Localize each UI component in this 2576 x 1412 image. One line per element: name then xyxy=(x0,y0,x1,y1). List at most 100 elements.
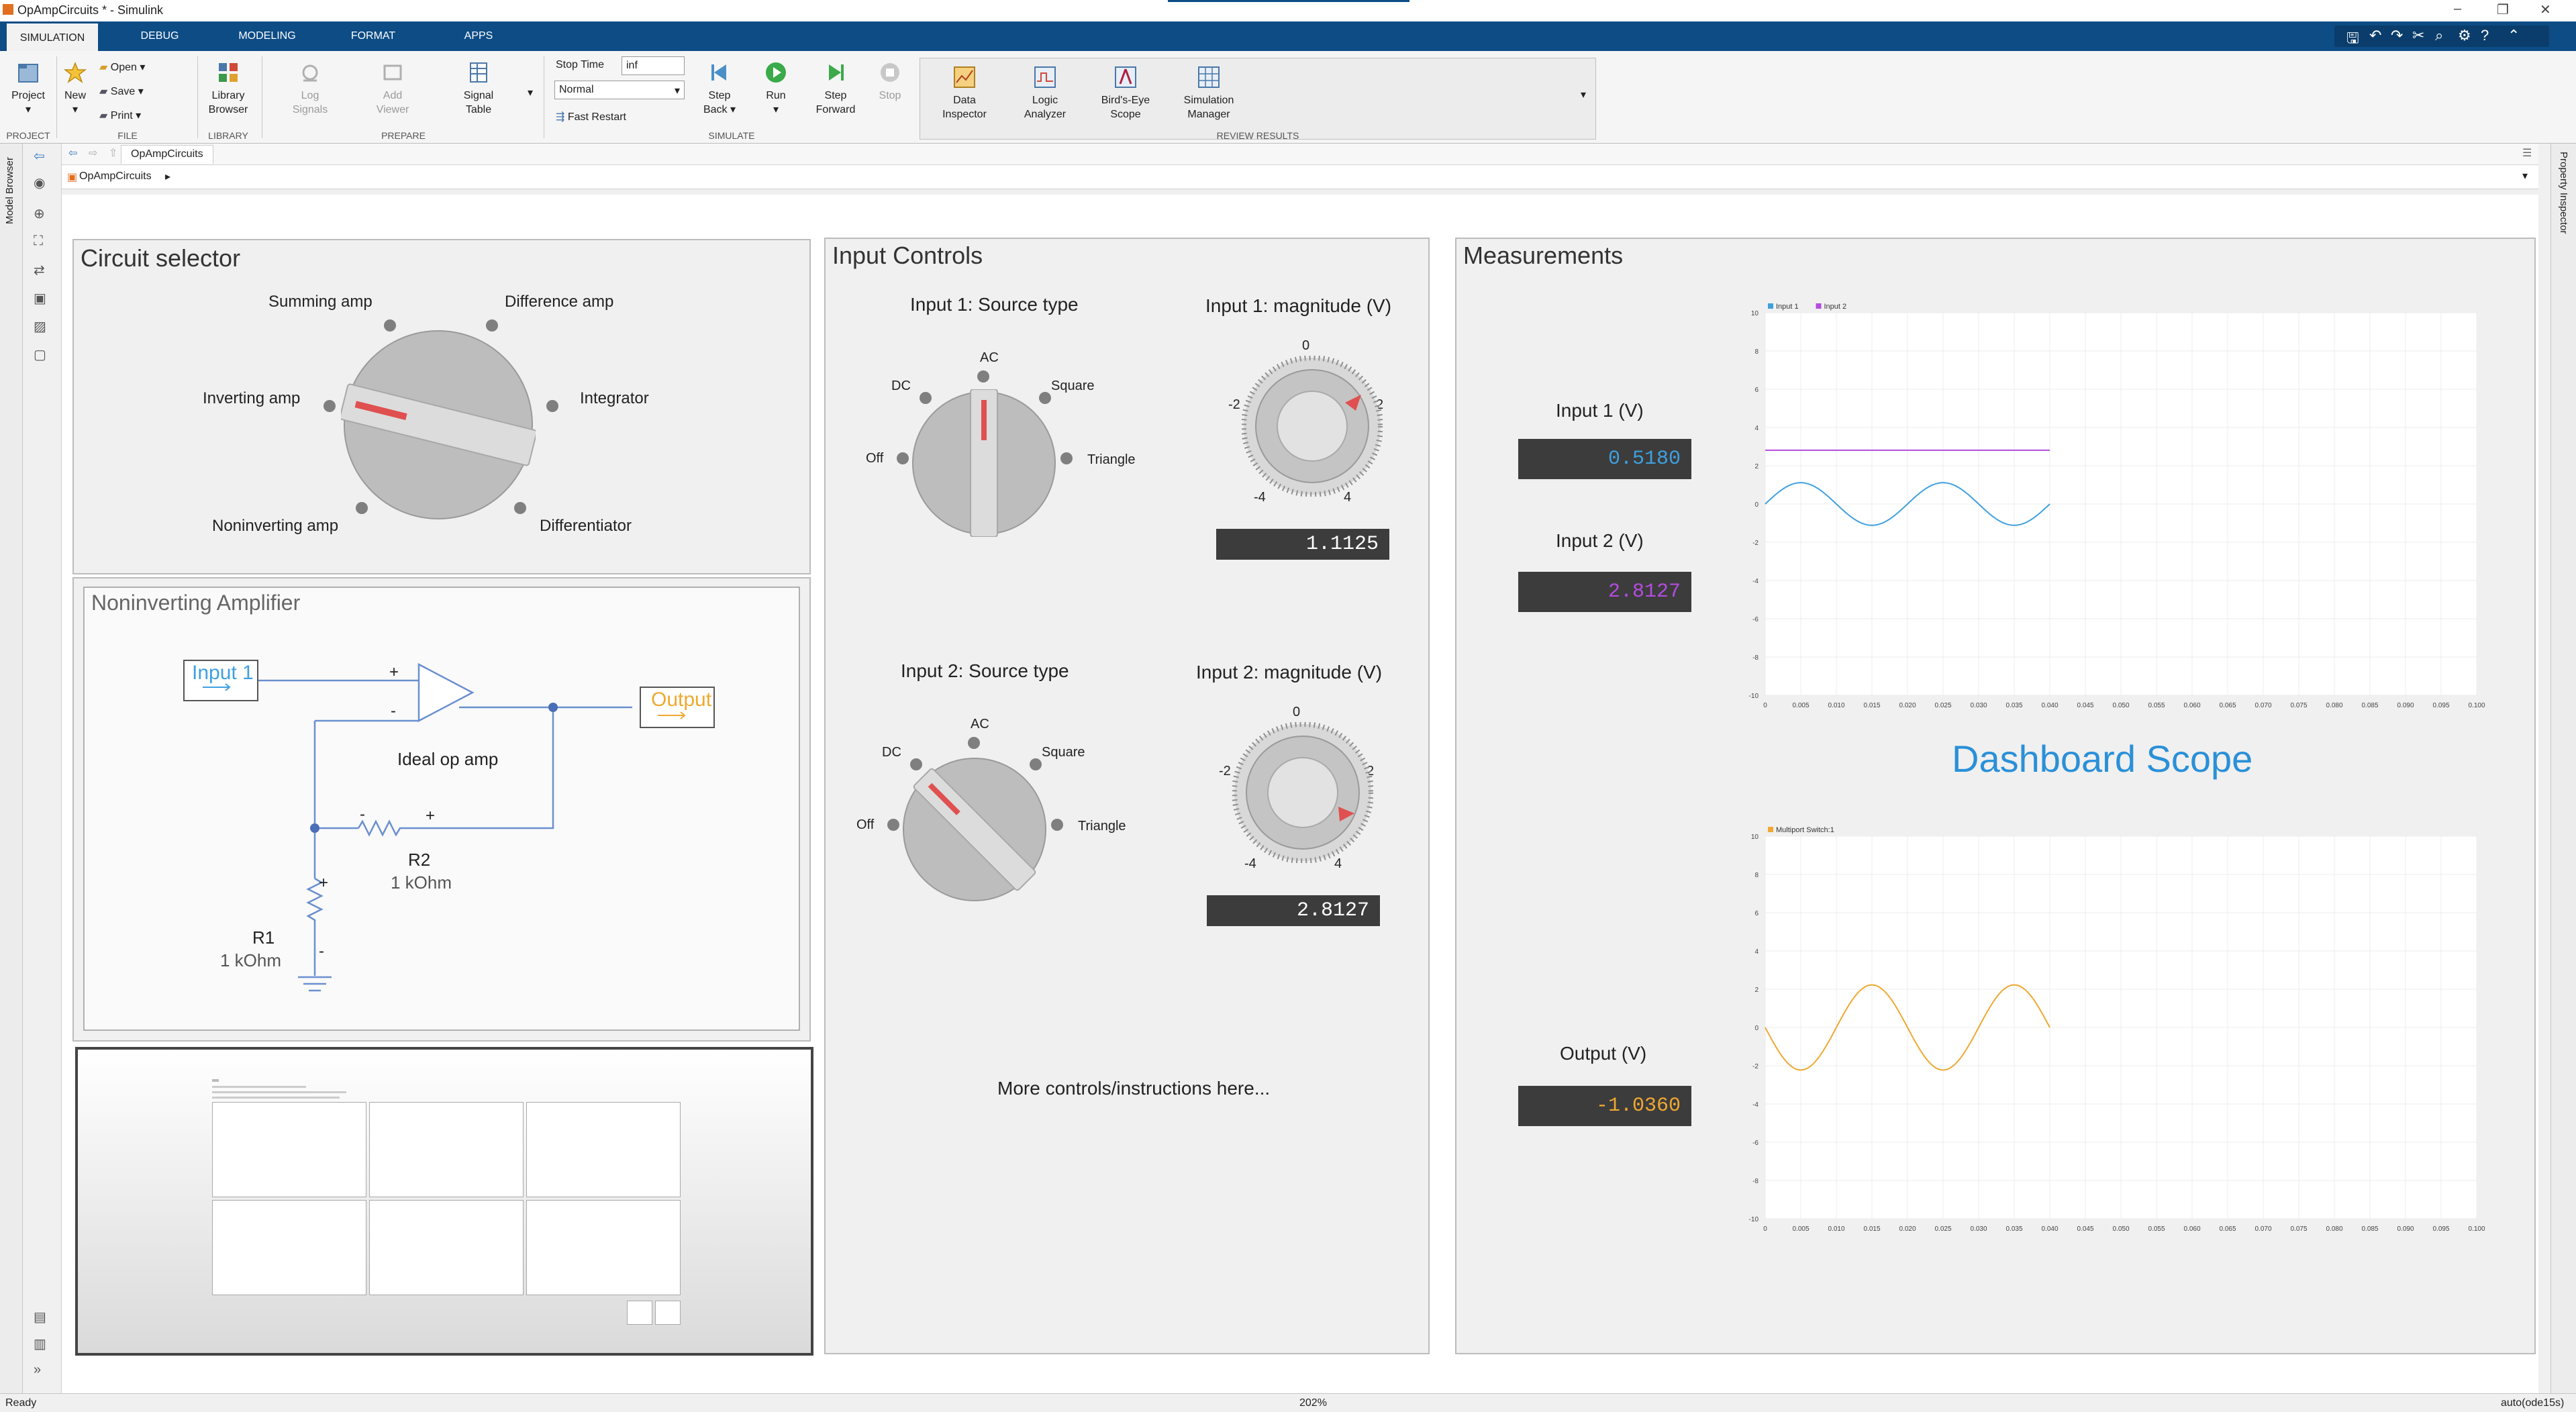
simulation-mode-select[interactable]: Normal ▾ xyxy=(554,81,685,99)
input2-label: Input 2 (V) xyxy=(1556,530,1644,551)
magnitude2-knob[interactable] xyxy=(1232,722,1373,863)
settings-icon[interactable]: ⚙ xyxy=(2458,27,2471,44)
y-tick-label: 8 xyxy=(1754,348,1758,356)
src1-dot[interactable] xyxy=(1060,452,1073,464)
nav-up-icon[interactable]: ⇧ xyxy=(109,146,117,160)
save-icon: ▰ xyxy=(99,86,108,97)
solver-link[interactable]: auto(ode15s) xyxy=(2501,1397,2564,1409)
tab-apps[interactable]: APPS xyxy=(435,21,522,51)
tab-modeling[interactable]: MODELING xyxy=(221,21,313,51)
data-inspector-button[interactable]: Data Inspector xyxy=(928,65,1001,121)
property-inspector-tab[interactable]: Property Inspector xyxy=(2558,152,2569,234)
thumbnail-subsystem xyxy=(212,1200,366,1295)
prepare-gallery-dropdown-icon[interactable]: ▾ xyxy=(528,86,533,99)
measurements-title: Measurements xyxy=(1463,242,1624,269)
model-browser-tab[interactable]: Model Browser xyxy=(4,157,15,224)
birds-eye-scope-button[interactable]: Bird's-Eye Scope xyxy=(1089,65,1162,121)
src1-dot[interactable] xyxy=(977,370,989,383)
hide-browser-icon[interactable]: ◉ xyxy=(34,174,50,191)
minimize-toolstrip-icon[interactable]: ⌃ xyxy=(2508,27,2520,44)
source2-knob[interactable] xyxy=(901,756,1048,903)
search-icon[interactable]: ⌕ xyxy=(2435,27,2443,44)
close-icon[interactable]: ✕ xyxy=(2540,1,2551,18)
breadcrumb-arrow-icon[interactable]: ▸ xyxy=(165,170,170,183)
subsystem-thumbnail-panel[interactable] xyxy=(75,1047,813,1356)
fast-restart-toggle[interactable]: ⇶ Fast Restart xyxy=(556,110,626,123)
arrows-icon[interactable]: ⇄ xyxy=(34,262,50,278)
signal-table-button[interactable]: Signal Table xyxy=(448,60,509,117)
y-tick-label: 6 xyxy=(1754,910,1758,917)
image-icon[interactable]: ▨ xyxy=(34,318,50,334)
x-tick-label: 0.025 xyxy=(1934,1225,1951,1233)
project-button[interactable]: Project ▾ xyxy=(7,60,50,117)
nav-forward-icon[interactable]: ⇨ xyxy=(89,146,97,160)
src2-dot[interactable] xyxy=(968,737,980,749)
cut-icon[interactable]: ✂ xyxy=(2412,27,2424,44)
save-button[interactable]: ▰ Save ▾ xyxy=(99,85,144,98)
source1-knob[interactable] xyxy=(910,389,1058,537)
explorer-bar-icon[interactable]: ▤ xyxy=(34,1309,50,1325)
stop-button[interactable]: Stop xyxy=(870,60,910,103)
x-tick-label: 0.015 xyxy=(1863,702,1880,709)
restore-icon[interactable]: ❐ xyxy=(2497,1,2509,18)
src2-dot[interactable] xyxy=(1051,819,1063,831)
ribbon-tab-bar: SIMULATION DEBUG MODELING FORMAT APPS 🖫 … xyxy=(0,21,2576,51)
model-tab[interactable]: OpAmpCircuits xyxy=(121,145,213,164)
step-forward-button[interactable]: Step Forward xyxy=(809,60,862,117)
open-button[interactable]: ▰ Open ▾ xyxy=(99,60,145,74)
src1-dot[interactable] xyxy=(897,452,909,464)
library-browser-button[interactable]: Library Browser xyxy=(201,60,255,117)
area-icon[interactable]: ▢ xyxy=(34,346,50,362)
src2-dot[interactable] xyxy=(887,819,899,831)
model-data-icon[interactable]: ▥ xyxy=(34,1335,50,1352)
expand-palette-icon[interactable]: » xyxy=(34,1362,50,1377)
address-dropdown-icon[interactable]: ▾ xyxy=(2522,169,2528,183)
separator xyxy=(56,56,57,138)
x-tick-label: 0.010 xyxy=(1828,702,1844,709)
minimize-icon[interactable]: – xyxy=(2454,1,2461,17)
toolstrip: Project ▾ PROJECT New ▾ ▰ Open ▾ ▰ Save ▾ … xyxy=(0,51,2576,144)
zoom-icon[interactable]: ⊕ xyxy=(34,205,50,221)
dashboard-scope-output[interactable]: 0 0.005 0.010 0.015 0.020 0.025 0.030 0.035 0.04… xyxy=(1738,816,2490,1239)
save-quick-icon[interactable]: 🖫 xyxy=(2346,27,2359,52)
nav-back-icon[interactable]: ⇦ xyxy=(68,146,77,160)
input-port-block[interactable]: Input 1 xyxy=(192,662,254,685)
logic-analyzer-button[interactable]: Logic Analyzer xyxy=(1009,65,1081,121)
dashboard-scope-inputs[interactable]: 0 0.005 0.010 0.015 0.020 0.025 0.030 0.035 0.04… xyxy=(1738,293,2490,715)
fit-view-icon[interactable]: ⛶ xyxy=(34,234,50,248)
selector-dot[interactable] xyxy=(546,400,558,412)
tab-debug[interactable]: DEBUG xyxy=(119,21,200,51)
step-back-button[interactable]: Step Back ▾ xyxy=(695,60,744,117)
x-tick-label: 0.100 xyxy=(2468,1225,2485,1233)
run-button[interactable]: Run ▾ xyxy=(752,60,800,117)
simulation-manager-button[interactable]: Simulation Manager xyxy=(1170,65,1248,121)
gallery-expand-icon[interactable]: ▾ xyxy=(1581,88,1586,101)
source1-title: Input 1: Source type xyxy=(910,294,1079,315)
measurements-panel: Measurements Input 1 (V) 0.5180 Input 2 … xyxy=(1455,238,2536,1354)
output-label: Output (V) xyxy=(1560,1043,1647,1064)
option-summing-amp: Summing amp xyxy=(268,293,373,311)
annotation-icon[interactable]: ▣ xyxy=(34,290,50,306)
undo-icon[interactable]: ↶ xyxy=(2369,27,2381,44)
add-viewer-button[interactable]: Add Viewer xyxy=(362,60,423,117)
status-bar: Ready 202% auto(ode15s) xyxy=(0,1393,2576,1412)
tab-format[interactable]: FORMAT xyxy=(333,21,413,51)
output-port-block[interactable]: Output xyxy=(651,689,711,711)
breadcrumb[interactable]: OpAmpCircuits xyxy=(79,170,152,183)
stop-time-input[interactable]: inf xyxy=(622,56,685,75)
log-signals-button[interactable]: Log Signals xyxy=(282,60,338,117)
hamburger-icon[interactable]: ☰ xyxy=(2522,146,2532,160)
help-icon[interactable]: ? xyxy=(2481,27,2489,44)
print-button[interactable]: ▰ Print ▾ xyxy=(99,109,141,122)
redo-icon[interactable]: ↷ xyxy=(2391,27,2403,44)
logic-analyzer-label-1: Logic xyxy=(1032,95,1058,106)
new-button[interactable]: New ▾ xyxy=(60,60,90,117)
magnitude1-knob[interactable] xyxy=(1242,356,1383,497)
x-tick-label: 0.070 xyxy=(2255,702,2271,709)
add-viewer-icon xyxy=(383,64,402,81)
tab-simulation[interactable]: SIMULATION xyxy=(7,21,98,51)
circuit-selector-knob[interactable] xyxy=(341,327,536,522)
back-icon[interactable]: ⇦ xyxy=(34,148,50,164)
selector-dot[interactable] xyxy=(324,400,336,412)
option-differentiator: Differentiator xyxy=(540,517,632,535)
